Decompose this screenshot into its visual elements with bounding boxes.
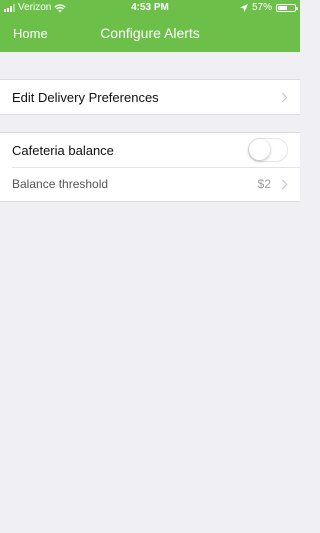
balance-threshold-label: Balance threshold: [12, 177, 109, 191]
cafeteria-balance-toggle[interactable]: [248, 138, 288, 162]
battery-icon: [276, 4, 298, 12]
chevron-right-icon: [277, 92, 288, 102]
edit-delivery-preferences-row[interactable]: Edit Delivery Preferences: [0, 80, 300, 114]
battery-fill: [278, 6, 287, 10]
page-title: Configure Alerts: [100, 25, 200, 41]
delivery-group: Edit Delivery Preferences: [0, 79, 300, 115]
balance-threshold-value: $2: [257, 177, 271, 191]
cafeteria-balance-label: Cafeteria balance: [12, 142, 114, 158]
nav-bar: Home Configure Alerts: [0, 16, 300, 52]
battery-percent: 57%: [251, 2, 272, 13]
top-bar: Verizon 4:53 PM 57% Home Configure Alert…: [0, 0, 300, 52]
cafeteria-group: Cafeteria balance Balance threshold $2: [0, 132, 300, 202]
toggle-knob: [249, 139, 270, 160]
location-arrow-icon: [239, 4, 248, 12]
edit-delivery-preferences-label: Edit Delivery Preferences: [12, 89, 159, 105]
balance-threshold-row[interactable]: Balance threshold $2: [0, 167, 300, 201]
cafeteria-balance-row: Cafeteria balance: [0, 133, 300, 167]
chevron-right-icon: [277, 179, 288, 189]
status-bar: Verizon 4:53 PM 57%: [0, 0, 300, 16]
status-right: 57%: [239, 0, 298, 16]
